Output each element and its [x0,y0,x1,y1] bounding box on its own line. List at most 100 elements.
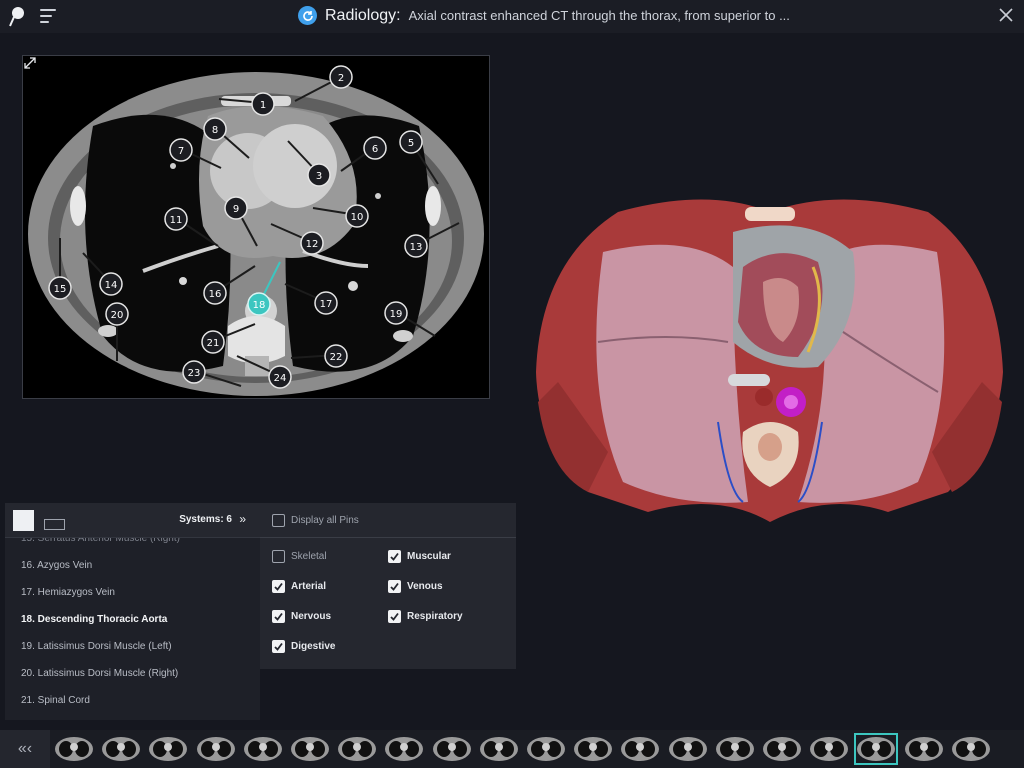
slice-thumbnail[interactable] [904,735,944,763]
pin-marker[interactable]: 6 [363,136,387,160]
checkmark-icon [274,582,283,591]
pin-marker[interactable]: 2 [329,65,353,89]
slice-thumbnail[interactable] [668,735,708,763]
checkbox[interactable] [272,550,285,563]
view-mode-solid-button[interactable] [13,510,34,531]
checkmark-icon [274,612,283,621]
checkbox-checked[interactable] [388,610,401,623]
checkbox-checked[interactable] [388,550,401,563]
pin-marker[interactable]: 17 [314,291,338,315]
filter-label: Nervous [291,611,332,622]
list-item[interactable]: 19. Latissimus Dorsi Muscle (Left) [5,633,260,660]
pin-marker[interactable]: 5 [399,130,423,154]
close-icon[interactable] [998,7,1014,23]
pin-label: 17 [320,299,333,310]
list-item-active[interactable]: 18. Descending Thoracic Aorta [5,606,260,633]
pin-marker[interactable]: 8 [203,117,227,141]
pin-marker[interactable]: 20 [105,302,129,326]
systems-count-label[interactable]: Systems: 6 [179,514,232,525]
pin-marker-selected[interactable]: 18 [247,292,271,316]
pin-label: 9 [233,204,239,215]
slice-thumbnail[interactable] [762,735,802,763]
slice-thumbnail-strip[interactable]: «‹ [0,730,1024,768]
pin-marker[interactable]: 7 [169,138,193,162]
list-item[interactable]: 16. Azygos Vein [5,552,260,579]
pin-marker[interactable]: 14 [99,272,123,296]
pin-marker[interactable]: 16 [203,281,227,305]
pin-label: 22 [330,352,343,363]
filter-arterial[interactable]: Arterial [272,580,326,593]
expand-icon[interactable] [23,56,37,70]
pin-marker[interactable]: 9 [224,196,248,220]
pin-marker[interactable]: 10 [345,204,369,228]
pin-marker[interactable]: 24 [268,365,292,389]
list-item[interactable]: 20. Latissimus Dorsi Muscle (Right) [5,660,260,687]
slice-thumbnail[interactable] [101,735,141,763]
slice-thumbnail[interactable] [337,735,377,763]
slice-thumbnail[interactable] [243,735,283,763]
slice-thumbnail[interactable] [432,735,472,763]
refresh-icon[interactable] [298,6,317,25]
chevrons-right-icon[interactable]: » [239,512,246,526]
slice-thumbnail[interactable] [384,735,424,763]
pin-marker[interactable]: 12 [300,231,324,255]
systems-filter-panel: Display all Pins Skeletal Muscular Arter… [260,503,516,669]
pin-marker[interactable]: 1 [251,92,275,116]
slice-thumbnail[interactable] [196,735,236,763]
pin-marker[interactable]: 15 [48,276,72,300]
slice-thumbnail[interactable] [290,735,330,763]
pin-label: 12 [306,239,319,250]
slice-thumbnail-selected[interactable] [854,733,899,765]
pin-marker[interactable]: 23 [182,360,206,384]
display-all-pins-toggle[interactable]: Display all Pins [272,514,359,527]
slice-thumbnail[interactable] [526,735,566,763]
pin-marker[interactable]: 3 [307,163,331,187]
slice-thumbnail[interactable] [951,735,991,763]
checkbox-checked[interactable] [388,580,401,593]
list-item[interactable]: 21. Spinal Cord [5,687,260,714]
pin-label: 11 [170,215,183,226]
slice-thumbnail[interactable] [715,735,755,763]
list-item[interactable]: 17. Hemiazygos Vein [5,579,260,606]
checkbox[interactable] [272,514,285,527]
view-mode-outline-button[interactable] [44,519,65,530]
filter-skeletal[interactable]: Skeletal [272,550,327,563]
pin-marker[interactable]: 19 [384,301,408,325]
page-title: Radiology: Axial contrast enhanced CT th… [298,6,790,25]
title-text: Axial contrast enhanced CT through the t… [408,8,790,23]
slice-thumbnail[interactable] [148,735,188,763]
pin-marker[interactable]: 22 [324,344,348,368]
menu-icon[interactable] [40,9,56,23]
pin-label: 1 [260,100,266,111]
collapse-strip-button[interactable]: «‹ [0,730,50,768]
pin-label: 5 [408,138,414,149]
pin-label: 18 [253,300,266,311]
checkbox-checked[interactable] [272,610,285,623]
slice-thumbnail[interactable] [620,735,660,763]
ct-image-panel[interactable]: 1 2 3 5 6 7 8 9 10 11 12 13 14 15 16 17 18 19 20 21 22 23 24 [22,55,490,399]
pin-marker[interactable]: 11 [164,207,188,231]
slice-thumbnail[interactable] [54,735,94,763]
checkbox-checked[interactable] [272,580,285,593]
list-item[interactable]: 15. Serratus Anterior Muscle (Right) [5,538,260,552]
pin-label: 23 [188,368,201,379]
slice-thumbnail[interactable] [479,735,519,763]
filter-nervous[interactable]: Nervous [272,610,331,623]
filter-venous[interactable]: Venous [388,580,443,593]
pin-icon[interactable] [8,6,26,28]
pin-marker[interactable]: 21 [201,330,225,354]
filter-label: Digestive [291,641,336,652]
filter-respiratory[interactable]: Respiratory [388,610,463,623]
checkbox-checked[interactable] [272,640,285,653]
top-bar: Radiology: Axial contrast enhanced CT th… [0,0,1024,33]
3d-anatomy-model[interactable] [528,192,1012,534]
filter-digestive[interactable]: Digestive [272,640,335,653]
filter-label: Arterial [291,581,327,592]
filter-label: Venous [407,581,443,592]
structure-list[interactable]: 15. Serratus Anterior Muscle (Right) 16.… [5,538,260,720]
slice-thumbnail[interactable] [573,735,613,763]
filter-muscular[interactable]: Muscular [388,550,451,563]
pin-marker[interactable]: 13 [404,234,428,258]
slice-thumbnail[interactable] [809,735,849,763]
pin-label: 24 [274,373,287,384]
